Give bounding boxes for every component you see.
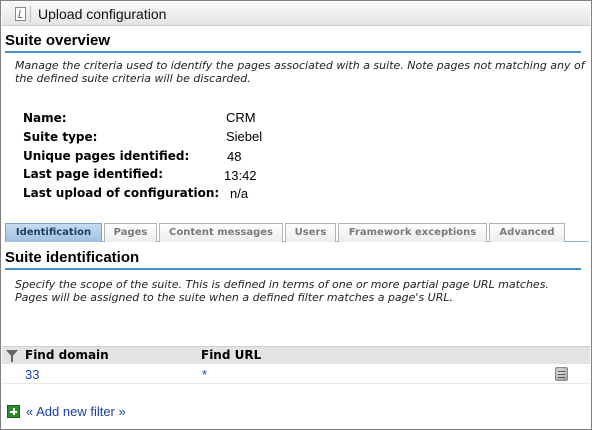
column-header-find-url[interactable]: Find URL xyxy=(201,348,261,362)
field-label-unique-pages: Unique pages identified: xyxy=(23,149,190,163)
field-value-last-page: 13:42 xyxy=(224,168,257,183)
suite-overview-description: Manage the criteria used to identify the… xyxy=(15,59,585,85)
filter-url-link[interactable]: * xyxy=(202,367,207,382)
suite-identification-description: Specify the scope of the suite. This is … xyxy=(15,278,549,304)
column-header-find-domain[interactable]: Find domain xyxy=(25,348,109,362)
field-label-suite-type: Suite type: xyxy=(23,130,98,144)
field-value-last-upload: n/a xyxy=(230,186,249,201)
upload-config-icon[interactable] xyxy=(15,7,26,21)
add-new-filter-link[interactable]: « Add new filter » xyxy=(26,404,126,419)
filter-funnel-icon[interactable] xyxy=(6,350,18,362)
field-label-name: Name: xyxy=(23,111,67,125)
table-row: 33 * xyxy=(2,365,590,384)
suite-overview-rule xyxy=(5,51,581,53)
field-value-suite-type: Siebel xyxy=(226,129,263,144)
field-label-last-upload: Last upload of configuration: xyxy=(23,186,220,200)
delete-filter-icon[interactable] xyxy=(555,367,568,381)
suite-config-window: Upload configuration Suite overview Mana… xyxy=(0,0,592,430)
tab-framework-exceptions[interactable]: Framework exceptions xyxy=(338,223,487,242)
field-value-name: CRM xyxy=(226,110,256,125)
suite-overview-heading: Suite overview xyxy=(5,32,111,49)
tab-pages[interactable]: Pages xyxy=(104,223,157,242)
field-value-unique-pages: 48 xyxy=(227,149,242,164)
filter-grid-header: Find domain Find URL xyxy=(2,346,590,364)
toolbar: Upload configuration xyxy=(2,2,590,26)
add-filter-icon[interactable] xyxy=(7,405,20,418)
upload-configuration-button[interactable]: Upload configuration xyxy=(38,6,166,22)
tab-content-messages[interactable]: Content messages xyxy=(159,223,283,242)
tab-identification[interactable]: Identification xyxy=(5,223,102,242)
suite-identification-heading: Suite identification xyxy=(5,249,140,266)
tab-users[interactable]: Users xyxy=(285,223,336,242)
suite-tabs: Identification Pages Content messages Us… xyxy=(5,223,589,242)
suite-identification-rule xyxy=(5,268,581,270)
tab-advanced[interactable]: Advanced xyxy=(489,223,565,242)
toolbar-separator xyxy=(30,6,31,22)
filter-domain-link[interactable]: 33 xyxy=(25,367,39,382)
field-label-last-page: Last page identified: xyxy=(23,167,164,181)
